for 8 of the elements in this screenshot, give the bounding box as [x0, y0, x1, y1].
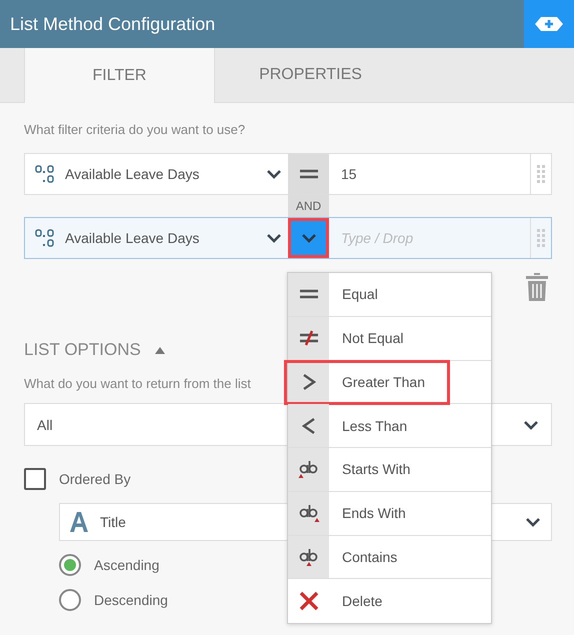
checkbox-label: Ordered By — [59, 471, 131, 487]
section-heading: LIST OPTIONS — [24, 340, 141, 360]
filter-prompt: What filter criteria do you want to use? — [24, 122, 246, 139]
return-prompt: What do you want to return from the list — [24, 376, 251, 393]
radio-label: Ascending — [94, 557, 160, 573]
window-title: List Method Configuration — [9, 14, 216, 34]
joiner-label: AND — [288, 195, 329, 217]
radio-label: Descending — [94, 592, 168, 608]
